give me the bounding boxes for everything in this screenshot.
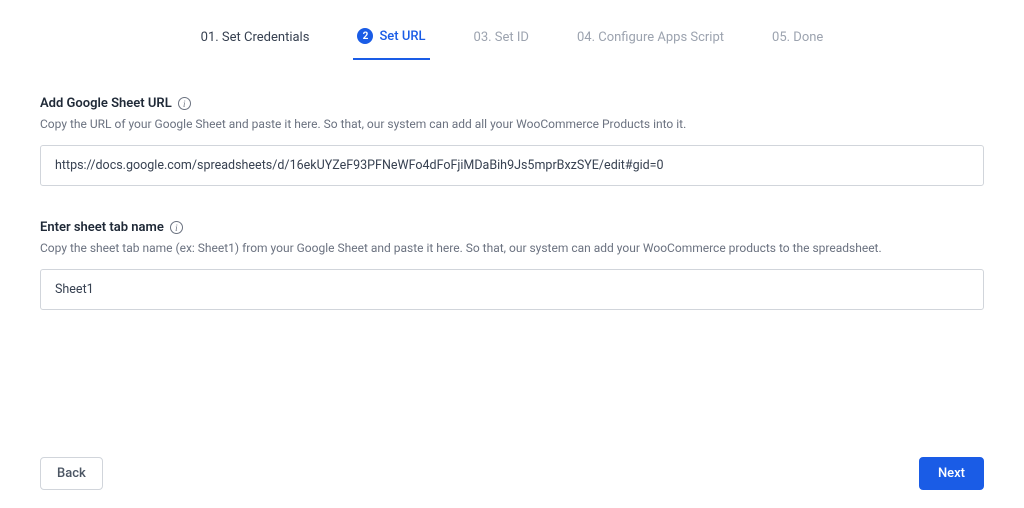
info-icon[interactable]: i (178, 97, 191, 110)
step-set-id[interactable]: 03. Set ID (470, 20, 533, 60)
step-set-url[interactable]: 2 Set URL (353, 20, 429, 60)
field-label-row: Add Google Sheet URL i (40, 96, 984, 111)
info-icon[interactable]: i (170, 221, 183, 234)
back-button[interactable]: Back (40, 457, 103, 490)
field-description: Copy the sheet tab name (ex: Sheet1) fro… (40, 241, 984, 255)
field-sheet-tab-name: Enter sheet tab name i Copy the sheet ta… (40, 220, 984, 310)
step-label: 04. Configure Apps Script (577, 30, 724, 45)
sheet-tab-name-input[interactable] (40, 269, 984, 310)
field-google-sheet-url: Add Google Sheet URL i Copy the URL of y… (40, 96, 984, 186)
footer-actions: Back Next (40, 457, 984, 490)
step-label: 03. Set ID (474, 30, 529, 45)
next-button[interactable]: Next (919, 457, 984, 490)
step-set-credentials[interactable]: 01. Set Credentials (197, 20, 314, 60)
step-badge-icon: 2 (357, 28, 373, 44)
step-label: Set URL (379, 29, 425, 44)
google-sheet-url-input[interactable] (40, 145, 984, 186)
step-label: 05. Done (772, 30, 823, 45)
step-configure-apps-script[interactable]: 04. Configure Apps Script (573, 20, 728, 60)
field-description: Copy the URL of your Google Sheet and pa… (40, 117, 984, 131)
field-label-text: Add Google Sheet URL (40, 96, 172, 111)
field-label-row: Enter sheet tab name i (40, 220, 984, 235)
field-label-text: Enter sheet tab name (40, 220, 164, 235)
step-done[interactable]: 05. Done (768, 20, 827, 60)
stepper: 01. Set Credentials 2 Set URL 03. Set ID… (40, 20, 984, 60)
step-label: 01. Set Credentials (201, 30, 310, 45)
